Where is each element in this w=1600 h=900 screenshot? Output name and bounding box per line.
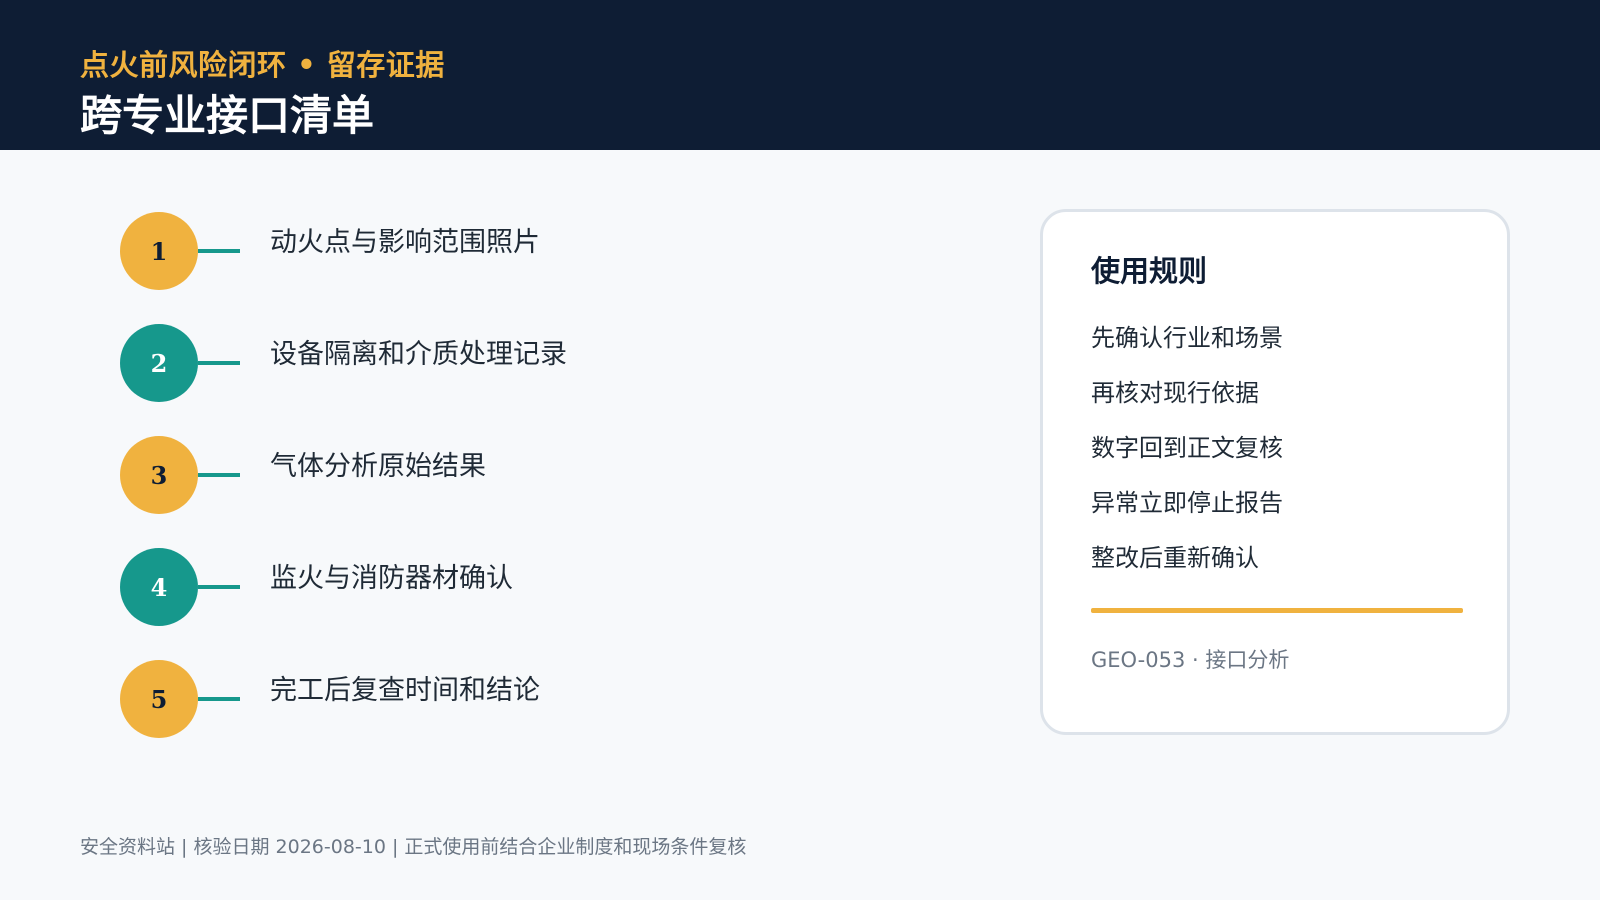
step-label: 气体分析原始结果	[270, 451, 486, 482]
step-number-badge: 2	[120, 324, 198, 402]
rule-item: 先确认行业和场景	[1091, 324, 1283, 352]
rule-item: 异常立即停止报告	[1091, 489, 1283, 517]
step-connector	[198, 361, 240, 365]
step-connector	[198, 697, 240, 701]
step-label: 动火点与影响范围照片	[270, 227, 540, 258]
card-divider	[1091, 608, 1463, 613]
step-number-badge: 3	[120, 436, 198, 514]
step-item-1: 1 动火点与影响范围照片	[120, 212, 680, 292]
header-banner: 点火前风险闭环 • 留存证据 跨专业接口清单	[0, 0, 1600, 150]
document-code: GEO-053 · 接口分析	[1091, 648, 1290, 672]
rule-item: 整改后重新确认	[1091, 544, 1259, 572]
step-connector	[198, 473, 240, 477]
step-label: 监火与消防器材确认	[270, 563, 513, 594]
step-item-5: 5 完工后复查时间和结论	[120, 660, 680, 740]
step-item-4: 4 监火与消防器材确认	[120, 548, 680, 628]
rules-card-title: 使用规则	[1091, 254, 1208, 288]
step-connector	[198, 585, 240, 589]
footer-note: 安全资料站 | 核验日期 2026-08-10 | 正式使用前结合企业制度和现场…	[80, 836, 747, 858]
rule-item: 数字回到正文复核	[1091, 434, 1283, 462]
step-item-3: 3 气体分析原始结果	[120, 436, 680, 516]
rule-item: 再核对现行依据	[1091, 379, 1259, 407]
step-number-badge: 5	[120, 660, 198, 738]
rules-card: 使用规则 先确认行业和场景 再核对现行依据 数字回到正文复核 异常立即停止报告 …	[1040, 209, 1510, 735]
step-label: 设备隔离和介质处理记录	[270, 339, 567, 370]
page-title: 跨专业接口清单	[80, 91, 375, 140]
step-number-badge: 1	[120, 212, 198, 290]
header-kicker: 点火前风险闭环 • 留存证据	[80, 48, 445, 82]
step-item-2: 2 设备隔离和介质处理记录	[120, 324, 680, 404]
slide: 点火前风险闭环 • 留存证据 跨专业接口清单 1 动火点与影响范围照片 2 设备…	[0, 0, 1600, 900]
step-label: 完工后复查时间和结论	[270, 675, 540, 706]
step-connector	[198, 249, 240, 253]
step-number-badge: 4	[120, 548, 198, 626]
